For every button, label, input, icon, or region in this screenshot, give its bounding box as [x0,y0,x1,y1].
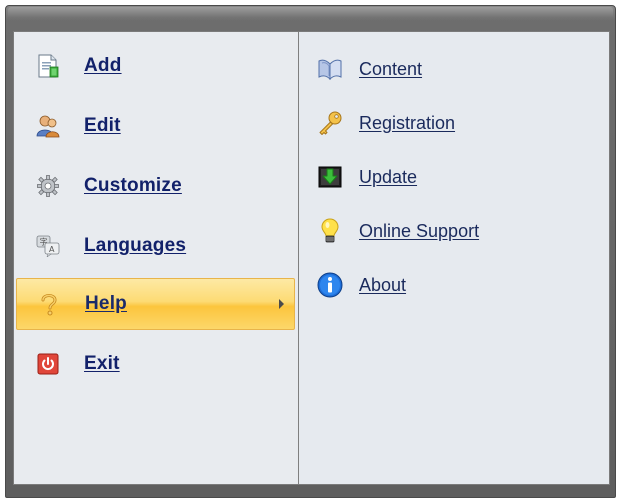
menu-item-label: Add [84,55,122,76]
menu-body: Add Edit Customize 字 A Languages Help Ex… [13,31,610,485]
menu-item-add[interactable]: Add [16,40,295,92]
menu-item-label: Edit [84,115,121,136]
key-icon [317,110,343,136]
download-icon [317,164,343,190]
document-add-icon [36,54,60,78]
menu-item-help[interactable]: Help [16,278,295,330]
menu-item-label: Help [85,293,127,314]
menu-window-frame: Add Edit Customize 字 A Languages Help Ex… [5,5,616,498]
menu-item-edit[interactable]: Edit [16,100,295,152]
users-edit-icon [36,114,60,138]
submenu-item-label: Online Support [359,220,480,241]
submenu-item-label: Registration [359,112,456,133]
gear-icon [36,174,60,198]
menu-item-languages[interactable]: 字 A Languages [16,220,295,272]
menu-item-label: Exit [84,353,120,374]
submenu-item-about[interactable]: About [317,265,406,305]
submenu-arrow-icon [279,299,284,309]
submenu-item-label: Content [359,58,423,79]
frame-top-bar [8,7,613,17]
submenu-item-update[interactable]: Update [317,157,417,197]
lightbulb-icon [317,218,343,244]
info-icon [317,272,343,298]
submenu-item-label: About [359,274,407,295]
menu-item-exit[interactable]: Exit [16,338,295,390]
submenu-item-online-support[interactable]: Online Support [317,211,479,251]
question-icon [37,292,61,316]
menu-item-customize[interactable]: Customize [16,160,295,212]
book-icon [317,56,343,82]
power-icon [36,352,60,376]
languages-icon: 字 A [36,234,60,258]
menu-item-label: Languages [84,235,187,256]
main-menu-pane: Add Edit Customize 字 A Languages Help Ex… [14,32,299,484]
help-submenu-pane: Content Registration Update Online Suppo… [299,32,609,484]
svg-text:A: A [49,245,55,254]
menu-item-label: Customize [84,175,182,196]
submenu-item-content[interactable]: Content [317,49,422,89]
submenu-item-registration[interactable]: Registration [317,103,455,143]
submenu-item-label: Update [359,166,418,187]
